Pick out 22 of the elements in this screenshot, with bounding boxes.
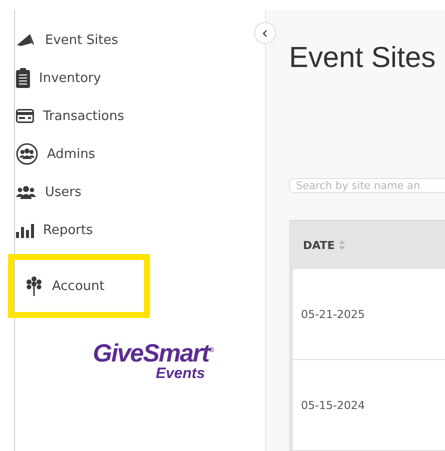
sidebar-item[interactable]: Transactions [15, 104, 124, 128]
clipboard-icon [16, 68, 30, 88]
sidebar-item[interactable]: Admins [15, 142, 96, 166]
bar-chart-icon [16, 222, 34, 238]
megaphone-icon [16, 32, 36, 48]
chevron-left-icon [262, 28, 268, 38]
tree-icon [25, 276, 43, 296]
sidebar-item[interactable]: Event Sites [15, 28, 118, 52]
users-icon [16, 185, 36, 199]
collapse-button[interactable] [254, 22, 276, 44]
group-icon [16, 143, 38, 165]
search-field[interactable]: Search by site name an [289, 178, 445, 193]
logo-subtitle: Events [156, 366, 205, 382]
sidebar-item[interactable]: Account [24, 274, 104, 298]
sidebar-item[interactable]: Inventory [15, 66, 102, 90]
sidebar-item[interactable]: Reports [15, 218, 93, 242]
table-cell: 05-15-2024 [301, 398, 365, 412]
table-cell: 05-21-2025 [301, 308, 365, 320]
column-header[interactable]: DATE [293, 238, 345, 252]
credit-card-icon [16, 109, 34, 123]
sidebar-item[interactable]: Users [15, 180, 82, 204]
page-title: Event Sites [289, 41, 437, 76]
